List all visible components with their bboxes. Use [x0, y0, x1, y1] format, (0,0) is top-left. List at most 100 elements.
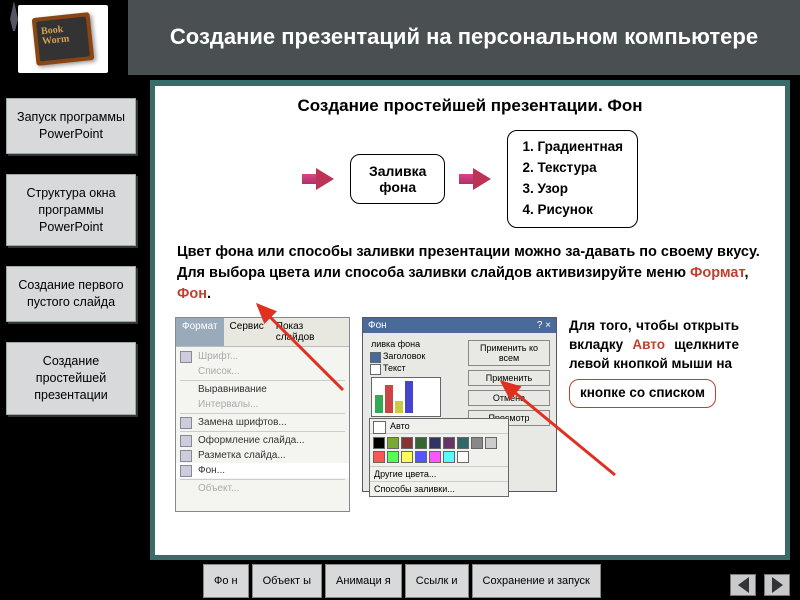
sidebar-item-structure[interactable]: Структура окна программы PowerPoint: [6, 174, 136, 247]
para1-c: ,: [745, 265, 749, 281]
menu-item: Замена шрифтов...: [176, 415, 349, 430]
dialog-button: Применить ко всем: [468, 340, 550, 366]
menu-item: Объект...: [176, 481, 349, 496]
menu-list: Шрифт... Список... Выравнивание Интервал…: [176, 347, 349, 498]
color-swatches: [370, 434, 508, 466]
menu-icon: [180, 351, 192, 363]
color-swatch: [457, 451, 469, 463]
menu-icon: [180, 450, 192, 462]
logo: Book Worm: [18, 5, 108, 73]
menu-icon: [180, 465, 192, 477]
menu-item-label: Шрифт...: [198, 351, 238, 362]
next-button[interactable]: [764, 574, 790, 596]
book-icon: Book Worm: [32, 12, 95, 66]
menu-item: Интервалы...: [176, 397, 349, 412]
dropdown-more-colors: Другие цвета...: [370, 466, 508, 481]
color-swatch: [373, 451, 385, 463]
color-swatch: [457, 437, 469, 449]
side-paragraph: Для того, чтобы открыть вкладку Авто щел…: [569, 317, 739, 512]
dropdown-popup: Авто Другие цвета... Способы заливки...: [369, 418, 509, 497]
dropdown-fill-methods: Способы заливки...: [370, 481, 508, 496]
box-fill-line2: фона: [379, 179, 416, 195]
content-panel: Создание простейшей презентации. Фон Зал…: [150, 80, 790, 560]
content-subtitle: Создание простейшей презентации. Фон: [155, 86, 785, 130]
para1-format: Формат: [690, 265, 745, 281]
para1-fon: Фон: [177, 286, 207, 302]
menu-item-label: Объект...: [198, 483, 239, 494]
sidebar-item-launch[interactable]: Запуск программы PowerPoint: [6, 98, 136, 154]
menu-item: Оформление слайда...: [176, 433, 349, 448]
color-swatch: [401, 437, 413, 449]
logo-label: Book Worm: [41, 22, 93, 47]
color-swatch: [401, 451, 413, 463]
dialog-button: Отмена: [468, 390, 550, 406]
fill-type-item: 1. Градиентная: [522, 137, 623, 158]
paragraph-1: Цвет фона или способы заливки презентаци…: [155, 242, 785, 313]
triangle-left-icon: [738, 577, 749, 593]
menu-item: Выравнивание: [176, 382, 349, 397]
color-swatch: [443, 451, 455, 463]
menu-item-label: Интервалы...: [198, 399, 258, 410]
sidebar-item-simple-presentation[interactable]: Создание простейшей презентации: [6, 342, 136, 415]
dialog-screenshot: Фон ? × ливка фона Заголовок Текст Приме…: [362, 317, 557, 492]
tab-objects[interactable]: Объект ы: [252, 564, 322, 598]
menu-item-label: Список...: [198, 366, 240, 377]
dialog-title: Фон ? ×: [363, 318, 556, 333]
menu-icon: [180, 417, 192, 429]
box-fill: Заливка фона: [350, 154, 445, 204]
menu-item: Шрифт...: [176, 349, 349, 364]
box-fill-line1: Заливка: [369, 163, 426, 179]
prev-button[interactable]: [730, 574, 756, 596]
color-swatch: [415, 437, 427, 449]
dialog-title-text: Фон: [368, 320, 387, 331]
dialog-button: Применить: [468, 370, 550, 386]
menu-service: Сервис: [224, 318, 270, 346]
menu-item: Разметка слайда...: [176, 448, 349, 463]
tab-animation[interactable]: Анимаци я: [325, 564, 402, 598]
fill-type-item: 3. Узор: [522, 179, 623, 200]
color-swatch: [429, 437, 441, 449]
color-swatch: [373, 437, 385, 449]
menu-slideshow: Показ слайдов: [270, 318, 349, 346]
para1-e: .: [207, 286, 211, 302]
page-title: Создание презентаций на персональном ком…: [128, 0, 800, 75]
fill-type-item: 2. Текстура: [522, 158, 623, 179]
callout-box: кнопке со списком: [569, 379, 716, 408]
color-swatch: [443, 437, 455, 449]
tab-save-run[interactable]: Сохранение и запуск: [472, 564, 601, 598]
box-fill-types: 1. Градиентная 2. Текстура 3. Узор 4. Ри…: [507, 130, 638, 228]
bottom-tabs: Фо н Объект ы Анимаци я Ссылк и Сохранен…: [203, 564, 601, 598]
dialog-preview: [371, 377, 441, 417]
menu-screenshot: Формат Сервис Показ слайдов Шрифт... Спи…: [175, 317, 350, 512]
menu-icon: [180, 435, 192, 447]
dialog-buttons: Применить ко всем Применить Отмена Просм…: [468, 340, 550, 426]
color-swatch: [429, 451, 441, 463]
menu-format: Формат: [176, 318, 224, 346]
screenshots-row: Формат Сервис Показ слайдов Шрифт... Спи…: [155, 313, 785, 512]
para1-a: Цвет фона или способы заливки презентаци…: [177, 244, 760, 281]
arrow-icon: [302, 168, 336, 190]
color-swatch: [485, 437, 497, 449]
sidebar-item-first-slide[interactable]: Создание первого пустого слайда: [6, 266, 136, 322]
menu-item-label: Замена шрифтов...: [198, 417, 287, 428]
quill-icon: [4, 1, 24, 31]
menu-item-selected: Фон...: [176, 463, 349, 478]
dropdown-auto: Авто: [370, 419, 508, 434]
tab-links[interactable]: Ссылк и: [405, 564, 469, 598]
menu-bar: Формат Сервис Показ слайдов: [176, 318, 349, 347]
menu-item: Список...: [176, 364, 349, 379]
menu-item-label: Оформление слайда...: [198, 435, 305, 446]
diagram-row: Заливка фона 1. Градиентная 2. Текстура …: [155, 130, 785, 228]
color-swatch: [415, 451, 427, 463]
arrow-icon: [459, 168, 493, 190]
color-swatch: [387, 437, 399, 449]
menu-item-label: Разметка слайда...: [198, 450, 286, 461]
sidebar: Запуск программы PowerPoint Структура ок…: [6, 98, 136, 415]
nav-arrows: [730, 574, 790, 596]
triangle-right-icon: [772, 577, 783, 593]
fill-type-item: 4. Рисунок: [522, 200, 623, 221]
color-swatch: [471, 437, 483, 449]
color-swatch: [387, 451, 399, 463]
tab-background[interactable]: Фо н: [203, 564, 249, 598]
menu-item-label: Фон...: [198, 465, 225, 476]
